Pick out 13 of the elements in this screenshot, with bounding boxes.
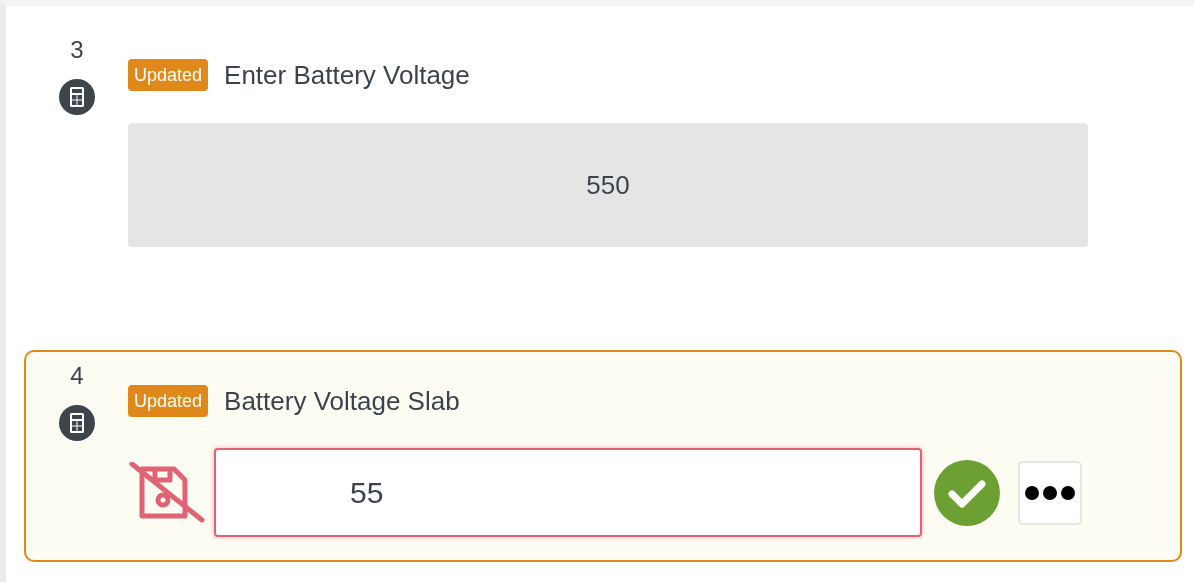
- status-badge: Updated: [128, 385, 209, 417]
- value-input[interactable]: 55: [214, 448, 922, 537]
- step-number: 4: [70, 364, 84, 388]
- confirm-icon[interactable]: [934, 459, 1000, 526]
- status-badge: Updated: [128, 59, 209, 91]
- readonly-value: 550: [128, 123, 1088, 247]
- step-title: Battery Voltage Slab: [224, 385, 460, 417]
- step-title: Enter Battery Voltage: [224, 59, 470, 91]
- more-icon: [1025, 484, 1075, 501]
- calculator-icon: [59, 405, 95, 441]
- calculator-icon: [59, 79, 95, 115]
- step-number: 3: [70, 38, 84, 62]
- more-button[interactable]: [1018, 460, 1082, 525]
